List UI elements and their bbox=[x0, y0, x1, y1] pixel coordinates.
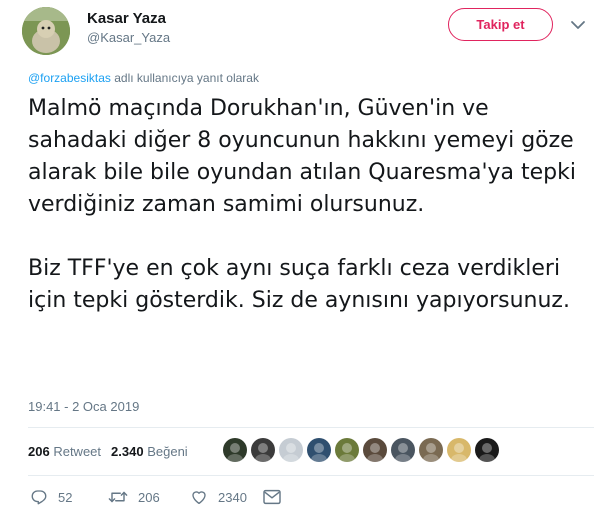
liker-avatars bbox=[223, 438, 503, 462]
liker-avatar-9[interactable] bbox=[447, 438, 471, 462]
engagement-stats: 206 Retweet 2.340 Beğeni bbox=[28, 444, 188, 459]
reply-context-suffix: adlı kullanıcıya yanıt olarak bbox=[110, 71, 259, 85]
liker-avatar-4[interactable] bbox=[307, 438, 331, 462]
tweet-text: Malmö maçında Dorukhan'ın, Güven'in ve s… bbox=[28, 93, 588, 317]
tweet-card: Kasar Yaza @Kasar_Yaza Takip et @forzabe… bbox=[0, 0, 603, 525]
retweet-stat-label: Retweet bbox=[53, 444, 102, 459]
divider bbox=[28, 427, 594, 428]
tweet-actions: 52 206 2340 bbox=[30, 488, 292, 506]
reply-context: @forzabesiktas adlı kullanıcıya yanıt ol… bbox=[28, 71, 259, 85]
user-handle[interactable]: @Kasar_Yaza bbox=[87, 30, 170, 45]
liker-avatar-1[interactable] bbox=[223, 438, 247, 462]
direct-message-button[interactable] bbox=[262, 489, 292, 505]
retweet-count: 206 bbox=[138, 489, 160, 505]
liker-avatar-2[interactable] bbox=[251, 438, 275, 462]
heart-icon bbox=[192, 491, 206, 505]
retweet-icon bbox=[108, 491, 128, 503]
retweet-stat-count: 206 bbox=[28, 444, 50, 459]
tweet-timestamp[interactable]: 19:41 - 2 Oca 2019 bbox=[28, 399, 139, 414]
retweet-button[interactable]: 206 bbox=[108, 488, 188, 506]
liker-avatar-10[interactable] bbox=[475, 438, 499, 462]
display-name[interactable]: Kasar Yaza bbox=[87, 10, 166, 27]
like-stat-count: 2.340 bbox=[111, 444, 144, 459]
reply-button[interactable]: 52 bbox=[30, 488, 90, 506]
like-stat[interactable]: 2.340 Beğeni bbox=[111, 444, 188, 459]
tweet-paragraph: Biz TFF'ye en çok aynı suça farklı ceza … bbox=[28, 256, 570, 313]
like-count: 2340 bbox=[218, 489, 247, 505]
chevron-down-icon[interactable] bbox=[569, 18, 587, 32]
liker-avatar-8[interactable] bbox=[419, 438, 443, 462]
reply-count: 52 bbox=[58, 489, 73, 505]
like-stat-label: Beğeni bbox=[147, 444, 188, 459]
reply-mention-link[interactable]: @forzabesiktas bbox=[28, 71, 111, 85]
liker-avatar-3[interactable] bbox=[279, 438, 303, 462]
follow-button[interactable]: Takip et bbox=[448, 8, 553, 41]
liker-avatar-6[interactable] bbox=[363, 438, 387, 462]
user-avatar[interactable] bbox=[22, 7, 70, 55]
envelope-icon bbox=[263, 489, 281, 505]
liker-avatar-7[interactable] bbox=[391, 438, 415, 462]
divider bbox=[28, 475, 594, 476]
tweet-paragraph: Malmö maçında Dorukhan'ın, Güven'in ve s… bbox=[28, 96, 577, 217]
reply-icon bbox=[31, 490, 47, 505]
liker-avatar-5[interactable] bbox=[335, 438, 359, 462]
like-button[interactable]: 2340 bbox=[190, 488, 270, 506]
retweet-stat[interactable]: 206 Retweet bbox=[28, 444, 101, 459]
